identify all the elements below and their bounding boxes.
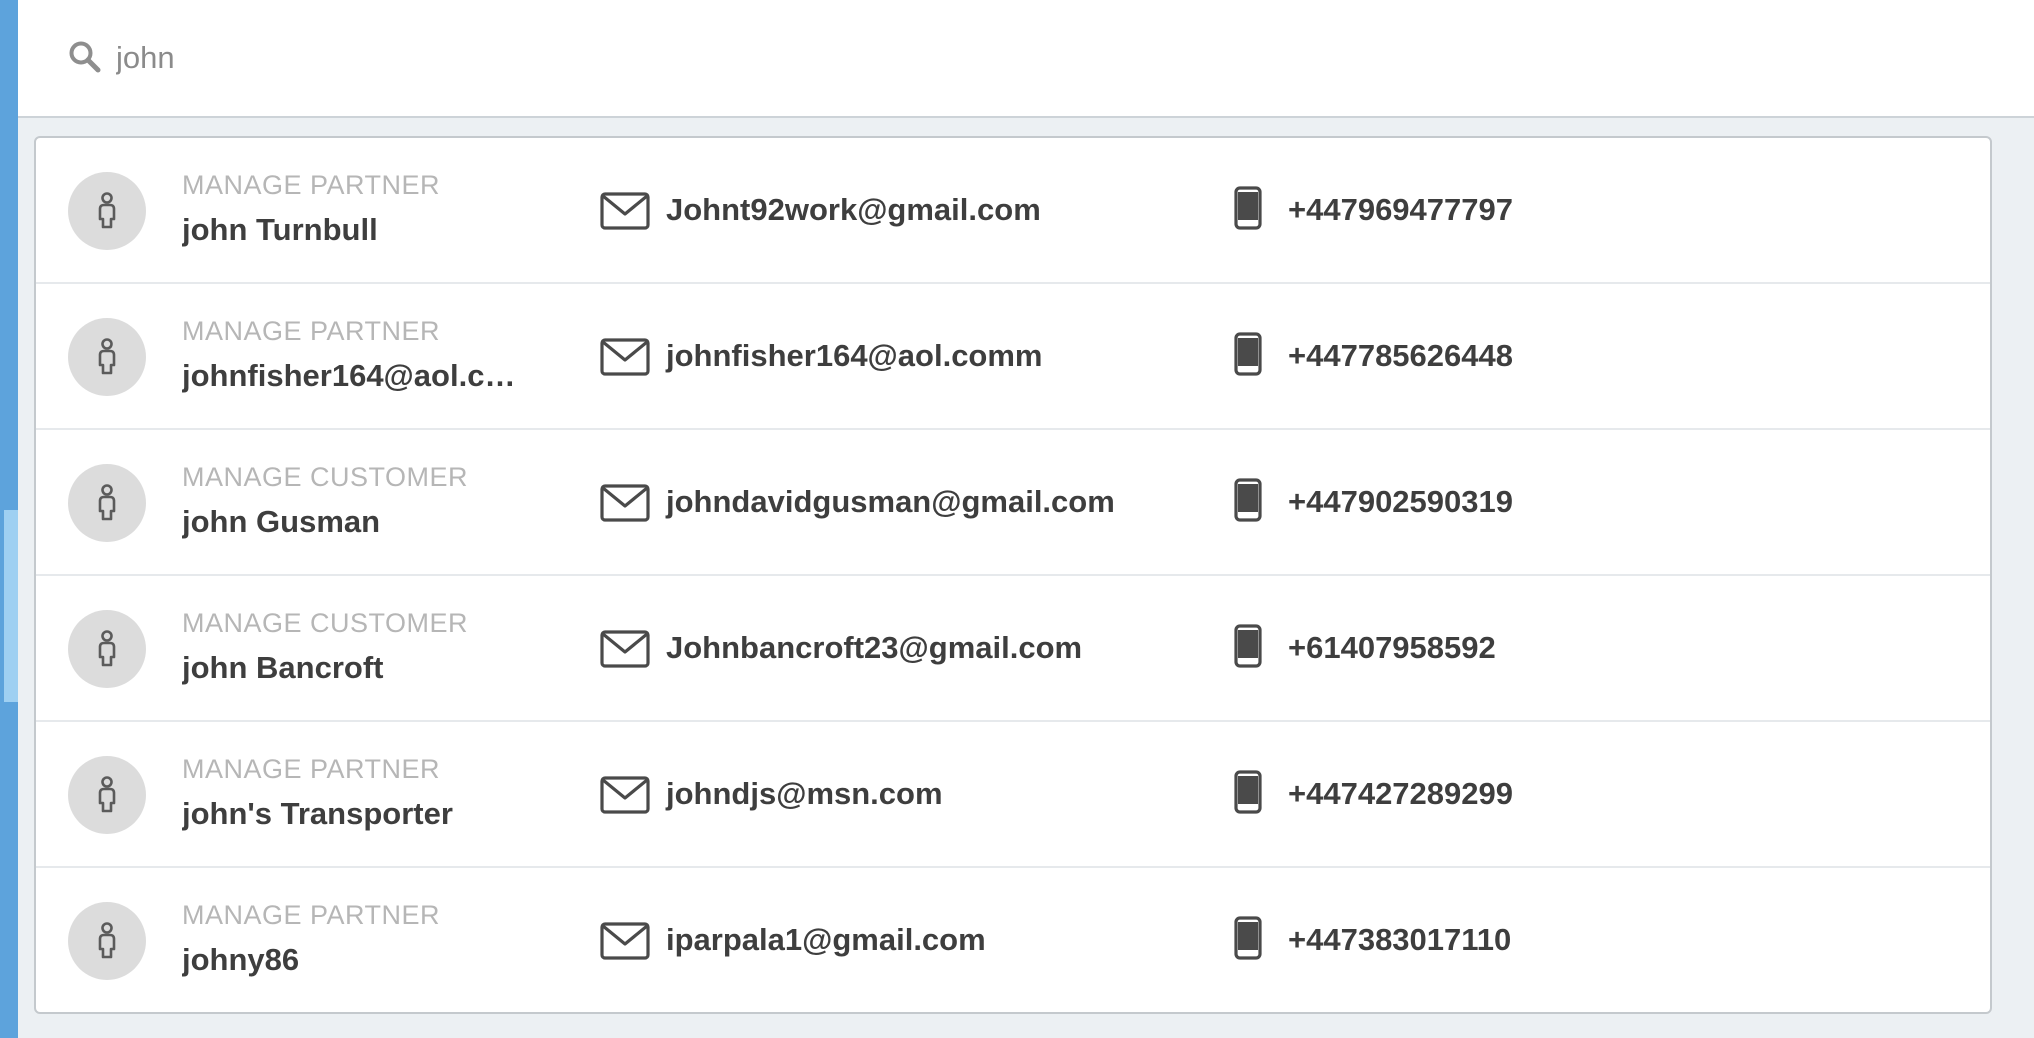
- phone-icon: [1234, 770, 1262, 814]
- phone-icon: [1234, 478, 1262, 522]
- left-rail: [0, 0, 18, 1038]
- results-list: MANAGE PARTNER john Turnbull Johnt92work…: [34, 136, 1992, 1014]
- person-avatar-icon: [68, 318, 146, 396]
- contact-phone: +447785626448: [1288, 338, 1513, 373]
- search-bar: [18, 0, 2034, 118]
- contact-name: johnfisher164@aol.co…: [182, 358, 532, 393]
- contact-name: johny86: [182, 942, 300, 977]
- result-row[interactable]: MANAGE CUSTOMER john Bancroft Johnbancro…: [36, 576, 1990, 722]
- result-row[interactable]: MANAGE CUSTOMER john Gusman johndavidgus…: [36, 430, 1990, 576]
- contact-phone: +447969477797: [1288, 192, 1513, 227]
- role-label: MANAGE PARTNER: [182, 170, 441, 200]
- mail-icon: [600, 630, 650, 668]
- person-avatar-icon: [68, 756, 146, 834]
- contact-name: john's Transporter: [182, 796, 453, 831]
- result-row[interactable]: MANAGE PARTNER john's Transporter johndj…: [36, 722, 1990, 868]
- search-icon: [68, 40, 102, 74]
- app-root: MANAGE PARTNER john Turnbull Johnt92work…: [0, 0, 2034, 1038]
- left-rail-active-indicator[interactable]: [4, 510, 18, 702]
- contact-name: john Gusman: [182, 504, 381, 539]
- contact-phone: +61407958592: [1288, 630, 1496, 665]
- contact-email: iparpala1@gmail.com: [666, 922, 986, 957]
- contact-name: john Turnbull: [182, 212, 378, 247]
- person-avatar-icon: [68, 172, 146, 250]
- contact-phone: +447902590319: [1288, 484, 1513, 519]
- result-row[interactable]: MANAGE PARTNER john Turnbull Johnt92work…: [36, 138, 1990, 284]
- phone-icon: [1234, 916, 1262, 960]
- contact-name: john Bancroft: [182, 650, 384, 685]
- person-avatar-icon: [68, 902, 146, 980]
- mail-icon: [600, 922, 650, 960]
- contact-email: johndavidgusman@gmail.com: [666, 484, 1115, 519]
- contact-email: Johnt92work@gmail.com: [666, 192, 1041, 227]
- contact-phone: +447427289299: [1288, 776, 1513, 811]
- mail-icon: [600, 776, 650, 814]
- mail-icon: [600, 338, 650, 376]
- person-avatar-icon: [68, 464, 146, 542]
- person-avatar-icon: [68, 610, 146, 688]
- contact-phone: +447383017110: [1288, 922, 1512, 957]
- role-label: MANAGE CUSTOMER: [182, 608, 469, 638]
- role-label: MANAGE PARTNER: [182, 316, 441, 346]
- result-row[interactable]: MANAGE PARTNER johny86 iparpala1@gmail.c…: [36, 868, 1990, 1012]
- contact-email: johnfisher164@aol.comm: [666, 338, 1043, 373]
- phone-icon: [1234, 332, 1262, 376]
- role-label: MANAGE CUSTOMER: [182, 462, 469, 492]
- result-row[interactable]: MANAGE PARTNER johnfisher164@aol.co… joh…: [36, 284, 1990, 430]
- mail-icon: [600, 484, 650, 522]
- contact-email: johndjs@msn.com: [666, 776, 943, 811]
- mail-icon: [600, 192, 650, 230]
- phone-icon: [1234, 186, 1262, 230]
- phone-icon: [1234, 624, 1262, 668]
- role-label: MANAGE PARTNER: [182, 900, 441, 930]
- contact-email: Johnbancroft23@gmail.com: [666, 630, 1083, 665]
- role-label: MANAGE PARTNER: [182, 754, 441, 784]
- search-input[interactable]: [116, 30, 1996, 86]
